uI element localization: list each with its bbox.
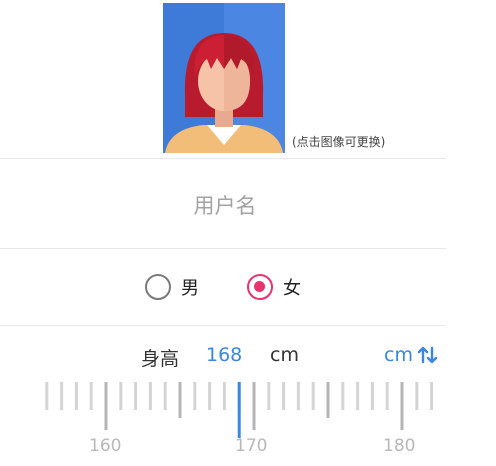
radio-button-female[interactable] (247, 274, 273, 300)
divider (0, 248, 446, 249)
ruler-label-170: 170 (235, 436, 268, 456)
ruler-label-160: 160 (89, 436, 122, 456)
ruler-label-180: 180 (383, 436, 416, 456)
avatar-illustration (163, 3, 285, 153)
gender-selector: 男 女 (0, 250, 446, 324)
swap-vertical-icon (417, 346, 438, 364)
gender-label-female: 女 (283, 278, 301, 299)
height-value: 168 (206, 344, 243, 366)
height-unit: cm (270, 344, 299, 366)
avatar[interactable] (163, 3, 285, 153)
divider (0, 325, 446, 326)
height-ruler-slider[interactable] (0, 378, 446, 466)
height-label: 身高 (141, 348, 180, 370)
divider (0, 158, 446, 159)
unit-toggle-label: cm (384, 344, 413, 366)
gender-option-male[interactable]: 男 (145, 274, 199, 300)
gender-option-female[interactable]: 女 (247, 274, 301, 300)
unit-toggle-button[interactable]: cm (384, 344, 439, 366)
avatar-hint: (点击图像可更换) (292, 135, 386, 149)
gender-label-male: 男 (181, 278, 199, 299)
username-input[interactable] (0, 165, 450, 247)
radio-button-male[interactable] (145, 274, 171, 300)
